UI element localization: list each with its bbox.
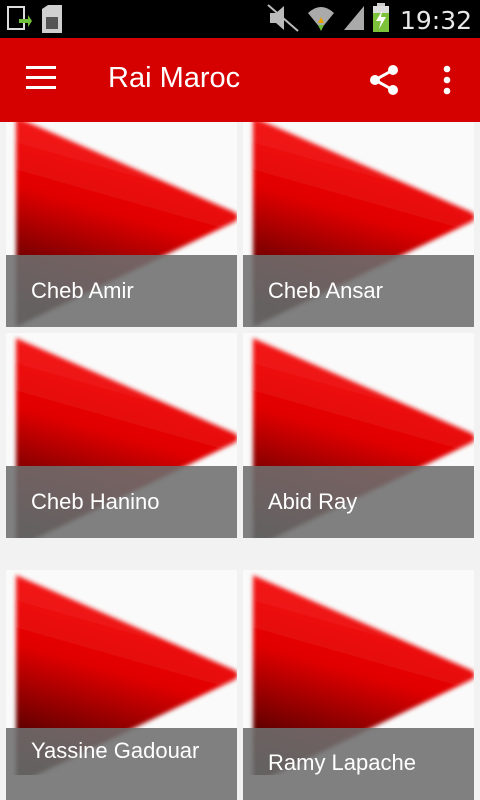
grid-item-cheb-hanino[interactable]: Cheb Hanino	[6, 333, 237, 538]
status-time: 19:32	[399, 6, 472, 35]
grid-item-label: Ramy Lapache	[268, 750, 416, 775]
signal-icon	[342, 4, 366, 37]
grid-item-cheb-ansar[interactable]: Cheb Ansar	[243, 122, 474, 327]
app-bar: Rai Maroc	[0, 38, 480, 122]
grid-item-label: Cheb Ansar	[268, 278, 383, 303]
grid-item-label: Abid Ray	[268, 489, 358, 514]
wifi-icon	[306, 3, 336, 38]
grid-item-yassine-gadouar[interactable]: Yassine Gadouar	[6, 570, 237, 800]
page-title: Rai Maroc	[108, 62, 241, 94]
download-notification-icon	[6, 5, 32, 38]
share-icon[interactable]	[368, 64, 400, 96]
menu-icon[interactable]	[26, 66, 58, 94]
grid-item-label: Cheb Hanino	[31, 489, 160, 514]
grid-item-ramy-lapache[interactable]: Ramy Lapache	[243, 570, 474, 800]
grid-item-label: Cheb Amir	[31, 278, 134, 303]
grid-item-abid-ray[interactable]: Abid Ray	[243, 333, 474, 538]
status-bar: 19:32	[0, 0, 480, 38]
sd-card-icon	[40, 5, 64, 38]
mute-icon	[266, 3, 300, 38]
grid-item-label: Yassine Gadouar	[31, 738, 200, 763]
grid-item-cheb-amir[interactable]: Cheb Amir	[6, 122, 237, 327]
battery-charging-icon	[372, 3, 390, 38]
more-vert-icon[interactable]	[436, 64, 458, 96]
